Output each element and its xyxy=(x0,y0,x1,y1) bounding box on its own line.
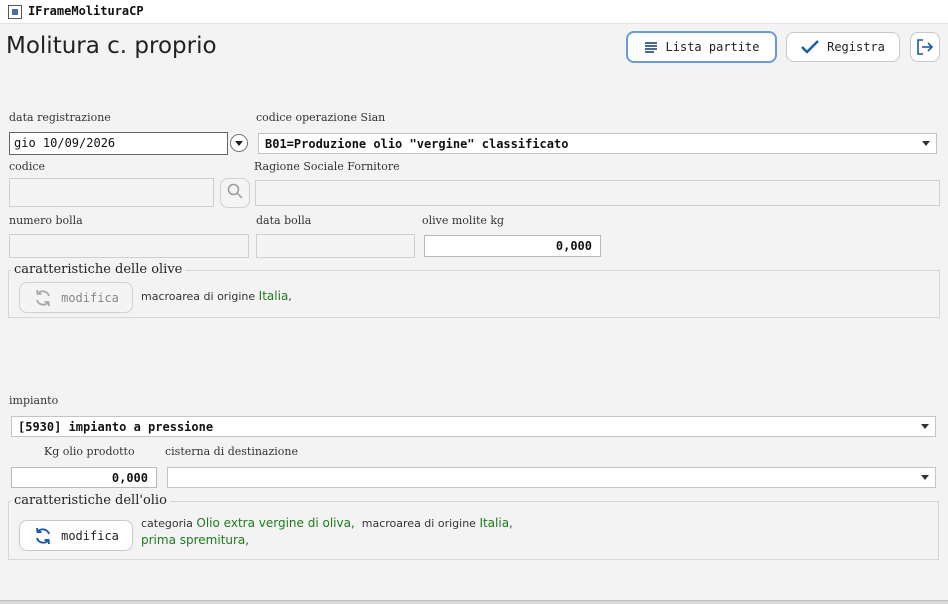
search-icon xyxy=(227,183,243,203)
lista-partite-button[interactable]: Lista partite xyxy=(626,31,777,63)
data-bolla-label: data bolla xyxy=(256,214,312,227)
exit-button[interactable] xyxy=(910,32,940,62)
olive-macroarea-info: macroarea di origine Italia, xyxy=(141,289,292,303)
numero-bolla-field[interactable] xyxy=(9,234,249,258)
oil-categoria-value: Olio extra vergine di oliva, xyxy=(196,516,355,530)
status-bar xyxy=(0,600,948,604)
data-registrazione-field[interactable]: gio 10/09/2026 xyxy=(9,132,228,155)
data-registrazione-label: data registrazione xyxy=(9,111,111,124)
oil-macroarea-prefix: macroarea di origine xyxy=(361,517,476,530)
oil-macroarea-value: Italia, xyxy=(479,516,513,530)
numero-bolla-label: numero bolla xyxy=(9,214,83,227)
codice-operazione-value: B01=Produzione olio "vergine" classifica… xyxy=(265,137,569,151)
date-dropdown-button[interactable] xyxy=(230,134,248,152)
refresh-icon xyxy=(33,526,53,546)
oil-spremitura-info: prima spremitura, xyxy=(141,533,249,547)
page-title: Molitura c. proprio xyxy=(6,33,217,59)
kg-olio-label: Kg olio prodotto xyxy=(44,445,135,458)
search-button[interactable] xyxy=(220,178,250,208)
olive-modifica-label: modifica xyxy=(61,290,119,305)
checkmark-icon xyxy=(801,40,819,54)
cisterna-label: cisterna di destinazione xyxy=(165,445,299,458)
olive-molite-field[interactable]: 0,000 xyxy=(424,235,601,257)
oil-characteristics-group xyxy=(8,501,939,560)
window-title: IFrameMolituraCP xyxy=(28,4,144,18)
oil-categoria-prefix: categoria xyxy=(141,517,193,530)
lista-partite-label: Lista partite xyxy=(665,40,760,54)
oil-modifica-label: modifica xyxy=(61,528,119,543)
impianto-select[interactable]: [5930] impianto a pressione xyxy=(11,416,936,437)
oil-categoria-info: categoria Olio extra vergine di oliva, m… xyxy=(141,516,513,530)
chevron-down-icon xyxy=(921,475,929,480)
list-icon xyxy=(644,41,658,53)
impianto-value: [5930] impianto a pressione xyxy=(18,420,214,434)
refresh-icon xyxy=(33,288,53,308)
olive-group-title: caratteristiche delle olive xyxy=(11,262,186,277)
oil-modifica-button[interactable]: modifica xyxy=(19,520,133,551)
kg-olio-field[interactable]: 0,000 xyxy=(11,467,157,488)
data-bolla-field[interactable] xyxy=(256,234,415,258)
olive-macroarea-prefix: macroarea di origine xyxy=(141,290,256,303)
codice-label: codice xyxy=(9,160,46,173)
chevron-down-icon xyxy=(922,141,930,146)
exit-icon xyxy=(916,38,934,56)
codice-operazione-select[interactable]: B01=Produzione olio "vergine" classifica… xyxy=(258,133,937,154)
oil-spremitura-value: prima spremitura, xyxy=(141,533,250,547)
registra-button[interactable]: Registra xyxy=(786,32,900,62)
ragione-sociale-field[interactable] xyxy=(255,180,940,206)
java-app-icon xyxy=(8,5,22,19)
olive-macroarea-trailing: , xyxy=(288,290,292,303)
ragione-sociale-label: Ragione Sociale Fornitore xyxy=(254,160,400,173)
registra-label: Registra xyxy=(827,40,885,54)
codice-field[interactable] xyxy=(9,178,214,207)
oil-group-title: caratteristiche dell'olio xyxy=(11,493,170,508)
olive-modifica-button[interactable]: modifica xyxy=(19,282,133,313)
cisterna-select[interactable] xyxy=(167,467,936,488)
codice-operazione-label: codice operazione Sian xyxy=(256,111,386,124)
chevron-down-icon xyxy=(921,424,929,429)
olive-molite-label: olive molite kg xyxy=(422,214,505,227)
impianto-label: impianto xyxy=(9,394,59,407)
window-titlebar: IFrameMolituraCP xyxy=(0,0,948,24)
olive-macroarea-value: Italia xyxy=(258,289,289,303)
